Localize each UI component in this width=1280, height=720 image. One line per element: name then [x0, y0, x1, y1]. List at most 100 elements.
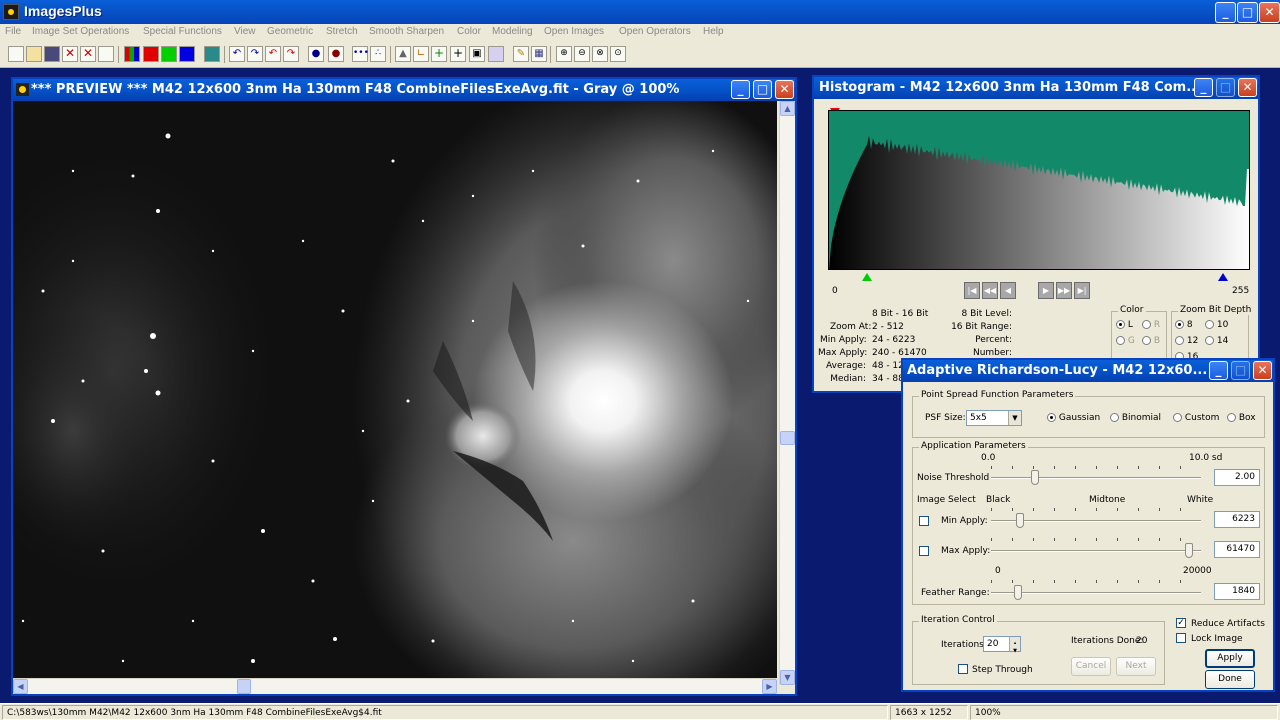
noise-slider-track[interactable] [991, 477, 1201, 479]
horizontal-scroll-thumb[interactable] [237, 679, 251, 694]
undo-all-icon[interactable]: ↶ [265, 46, 281, 62]
menu-image-set-operations[interactable]: Image Set Operations [32, 26, 129, 37]
cancel-button[interactable]: Cancel [1071, 657, 1111, 676]
min-apply-field[interactable]: 6223 [1214, 511, 1260, 528]
dialog-title-bar[interactable]: Adaptive Richardson-Lucy - M42 12x60... … [903, 360, 1273, 382]
grid-icon[interactable] [204, 46, 220, 62]
crosshair-icon[interactable]: + [450, 46, 466, 62]
green-channel-icon[interactable] [161, 46, 177, 62]
feather-slider-track[interactable] [991, 592, 1201, 594]
menu-view[interactable]: View [234, 26, 256, 37]
minimize-icon[interactable]: _ [1209, 361, 1228, 380]
max-apply-checkbox[interactable] [919, 546, 929, 557]
undo-icon[interactable]: ↶ [229, 46, 245, 62]
pixel-icon[interactable]: ∴ [370, 46, 386, 62]
close-icon[interactable]: ✕ [1253, 361, 1272, 380]
min-apply-marker-icon[interactable] [862, 273, 872, 281]
close-icon[interactable]: ✕ [775, 80, 794, 99]
redo-icon[interactable]: ↷ [247, 46, 263, 62]
feather-slider-thumb[interactable] [1014, 585, 1022, 600]
save-icon[interactable] [44, 46, 60, 62]
vertical-scroll-thumb[interactable] [780, 431, 795, 445]
psf-binomial-radio[interactable]: Binomial [1110, 413, 1161, 423]
maximize-icon[interactable]: □ [753, 80, 772, 99]
nebula-image[interactable] [13, 101, 777, 685]
menu-open-operators[interactable]: Open Operators [619, 26, 691, 37]
app-title-bar[interactable]: ImagesPlus _ □ ✕ [0, 0, 1280, 24]
maximize-icon[interactable]: □ [1231, 361, 1250, 380]
axis-icon[interactable]: ∟ [413, 46, 429, 62]
horizontal-scrollbar[interactable]: ◀ ▶ [13, 678, 777, 694]
menu-stretch[interactable]: Stretch [326, 26, 358, 37]
max-apply-field[interactable]: 61470 [1214, 541, 1260, 558]
feather-range-field[interactable]: 1840 [1214, 583, 1260, 600]
apply-button[interactable]: Apply [1205, 649, 1255, 668]
chevron-down-icon[interactable]: ▼ [1008, 411, 1021, 425]
maximize-icon[interactable]: □ [1237, 2, 1258, 23]
histogram-title-bar[interactable]: Histogram - M42 12x600 3nm Ha 130mm F48 … [814, 77, 1258, 99]
forward-icon[interactable]: ▶ [1038, 282, 1054, 299]
psf-box-radio[interactable]: Box [1227, 413, 1256, 423]
color-radio-g[interactable]: G [1116, 336, 1135, 346]
image-icon[interactable] [488, 46, 504, 62]
menu-smooth-sharpen[interactable]: Smooth Sharpen [369, 26, 444, 37]
minimize-icon[interactable]: _ [1194, 78, 1213, 97]
menu-special-functions[interactable]: Special Functions [143, 26, 222, 37]
zoom-fit-icon[interactable]: ⊗ [592, 46, 608, 62]
depth-radio-12[interactable]: 12 [1175, 336, 1198, 346]
max-apply-marker-icon[interactable] [1218, 273, 1228, 281]
noise-threshold-field[interactable]: 2.00 [1214, 469, 1260, 486]
print-icon[interactable] [98, 46, 114, 62]
zoom-in-icon[interactable]: ⊕ [556, 46, 572, 62]
circle-icon[interactable]: ● [328, 46, 344, 62]
close-image-icon[interactable]: ✕ [80, 46, 96, 62]
square-icon[interactable]: ▣ [469, 46, 485, 62]
done-button[interactable]: Done [1205, 670, 1255, 689]
depth-radio-8[interactable]: 8 [1175, 320, 1193, 330]
open-folder-icon[interactable] [26, 46, 42, 62]
menu-color[interactable]: Color [457, 26, 481, 37]
window-logo-icon[interactable] [16, 83, 29, 96]
color-radio-l[interactable]: L [1116, 320, 1133, 330]
stepper-down-icon[interactable]: ▼ [1009, 644, 1020, 654]
max-apply-slider-track[interactable] [991, 550, 1201, 552]
fast-forward-icon[interactable]: ▶▶ [1056, 282, 1072, 299]
histogram-plot[interactable] [828, 110, 1250, 270]
menu-modeling[interactable]: Modeling [492, 26, 533, 37]
psf-size-select[interactable]: 5x5 ▼ [966, 410, 1022, 426]
iterations-stepper[interactable]: 20 ▲ ▼ [983, 636, 1021, 654]
color-radio-r[interactable]: R [1142, 320, 1160, 330]
stepper-up-icon[interactable]: ▲ [1009, 637, 1020, 647]
menu-help[interactable]: Help [703, 26, 724, 37]
scroll-right-icon[interactable]: ▶ [762, 679, 777, 694]
minimize-icon[interactable]: _ [731, 80, 750, 99]
psf-custom-radio[interactable]: Custom [1173, 413, 1219, 423]
new-file-icon[interactable] [8, 46, 24, 62]
close-icon[interactable]: ✕ [1259, 2, 1280, 23]
color-radio-b[interactable]: B [1142, 336, 1160, 346]
min-apply-checkbox[interactable] [919, 516, 929, 527]
blue-channel-icon[interactable] [179, 46, 195, 62]
app-logo-icon[interactable] [3, 4, 19, 20]
rgb-icon[interactable] [124, 46, 140, 62]
menu-geometric[interactable]: Geometric [267, 26, 313, 37]
noise-slider-thumb[interactable] [1031, 470, 1039, 485]
depth-radio-10[interactable]: 10 [1205, 320, 1228, 330]
scroll-left-icon[interactable]: ◀ [13, 679, 28, 694]
depth-radio-14[interactable]: 14 [1205, 336, 1228, 346]
last-icon[interactable]: ▶| [1074, 282, 1090, 299]
redo-all-icon[interactable]: ↷ [283, 46, 299, 62]
step-through-checkbox[interactable] [958, 664, 968, 675]
back-icon[interactable]: ◀ [1000, 282, 1016, 299]
dots-icon[interactable]: ••• [352, 46, 369, 62]
plus-icon[interactable]: + [431, 46, 447, 62]
vertical-scrollbar[interactable]: ▲ ▼ [779, 101, 795, 685]
pencil-icon[interactable]: ✎ [513, 46, 529, 62]
triangle-icon[interactable]: ▲ [395, 46, 411, 62]
close-icon[interactable]: ✕ [1238, 78, 1257, 97]
maximize-icon[interactable]: □ [1216, 78, 1235, 97]
min-apply-slider-thumb[interactable] [1016, 513, 1024, 528]
lock-image-checkbox[interactable] [1176, 633, 1186, 644]
red-channel-icon[interactable] [143, 46, 159, 62]
minimize-icon[interactable]: _ [1215, 2, 1236, 23]
